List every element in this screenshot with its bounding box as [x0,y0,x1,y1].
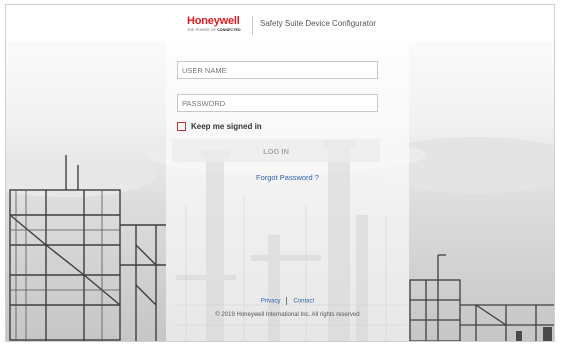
logo-tagline-prefix: THE POWER OF [187,28,216,32]
keep-signed-in-option[interactable]: Keep me signed in [177,120,262,132]
keep-signed-in-label: Keep me signed in [191,121,262,131]
login-button[interactable]: LOG IN [172,139,380,162]
copyright-notice: © 2019 Honeywell International Inc. All … [215,312,360,318]
logo-tagline-bold: CONNECTED [217,28,241,32]
footer-links: Privacy Contact [166,297,409,305]
username-input[interactable] [177,61,378,79]
footer-link-separator [286,297,288,305]
password-input[interactable] [177,94,378,112]
keep-signed-in-checkbox[interactable] [177,121,186,131]
contact-link[interactable]: Contact [293,299,314,305]
header-divider [252,16,253,35]
forgot-password-link[interactable]: Forgot Password ? [166,173,409,182]
privacy-link[interactable]: Privacy [261,299,281,305]
logo-tagline: THE POWER OF CONNECTED [187,28,241,32]
logo-wordmark: Honeywell [187,15,240,27]
honeywell-logo: Honeywell THE POWER OF CONNECTED [187,15,247,35]
login-window: Honeywell THE POWER OF CONNECTED Safety … [5,4,555,342]
app-title: Safety Suite Device Configurator [260,19,377,28]
